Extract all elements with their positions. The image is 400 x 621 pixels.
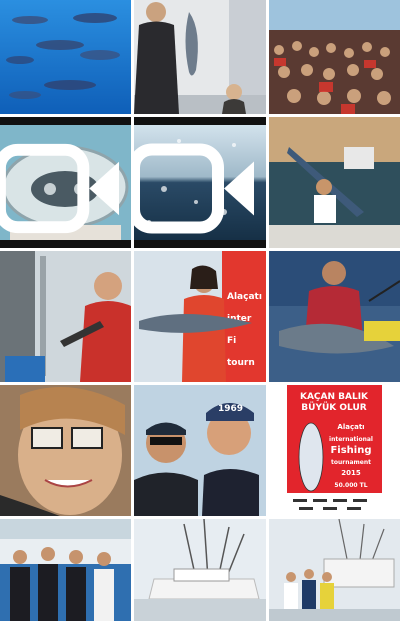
smiling-woman-sunglasses-image bbox=[0, 385, 131, 516]
man-in-red-hoodie-tuna-image bbox=[269, 251, 400, 382]
photo-tile-woman-with-tuna[interactable]: Alaçatı inter Fi tourn bbox=[134, 251, 266, 382]
photo-tile-tunas-underwater[interactable] bbox=[0, 0, 131, 114]
man-with-marlin-image bbox=[269, 117, 400, 248]
cap-text: 1969 bbox=[218, 404, 243, 414]
women-group-photo-image bbox=[0, 519, 131, 621]
photo-tile-white-yacht[interactable] bbox=[134, 519, 266, 621]
poster-title-3: tournament bbox=[331, 459, 371, 466]
photo-tile-two-men-selfie[interactable]: 1969 bbox=[134, 385, 266, 516]
two-men-selfie-image: 1969 bbox=[134, 385, 266, 516]
man-on-boat-rod-image bbox=[0, 251, 131, 382]
photo-tile-man-in-red-hoodie-tuna[interactable] bbox=[269, 251, 400, 382]
photo-tile-boat-cockpit-dome[interactable] bbox=[0, 117, 131, 248]
white-yacht-image bbox=[134, 519, 266, 621]
poster-headline-1: KAÇAN BALIK bbox=[300, 392, 369, 402]
people-on-boat-deck-image bbox=[269, 519, 400, 621]
photo-tile-man-on-boat-rod[interactable] bbox=[0, 251, 131, 382]
video-camera-icon bbox=[0, 143, 120, 234]
woman-with-tuna-image: Alaçatı inter Fi tourn bbox=[134, 251, 266, 382]
poster-year: 2015 bbox=[341, 469, 361, 477]
photo-tile-man-holding-tuna[interactable] bbox=[134, 0, 266, 114]
poster-prize: 50.000 TL bbox=[334, 482, 367, 489]
photo-tile-women-group-photo[interactable] bbox=[0, 519, 131, 621]
tournament-poster-image: KAÇAN BALIK BÜYÜK OLUR Alaçatı internati… bbox=[269, 385, 400, 516]
tunas-underwater-image bbox=[0, 0, 131, 114]
photo-tile-man-with-marlin[interactable] bbox=[269, 117, 400, 248]
banner-text-1: Alaçatı bbox=[227, 292, 262, 302]
crowd-at-event-image bbox=[269, 0, 400, 114]
photo-tile-tournament-poster[interactable]: KAÇAN BALIK BÜYÜK OLUR Alaçatı internati… bbox=[269, 385, 400, 516]
video-camera-icon bbox=[134, 143, 254, 234]
poster-title-2: Fishing bbox=[330, 445, 371, 456]
poster-brand: Alaçatı bbox=[337, 423, 364, 431]
man-holding-tuna-image bbox=[134, 0, 266, 114]
photo-tile-water-drops-sea[interactable] bbox=[134, 117, 266, 248]
photo-tile-smiling-woman-sunglasses[interactable] bbox=[0, 385, 131, 516]
poster-title-1: international bbox=[329, 436, 373, 443]
photo-grid: Alaçatı inter Fi tourn 1969 KAÇAN BALIK … bbox=[0, 0, 400, 621]
poster-headline-2: BÜYÜK OLUR bbox=[301, 402, 366, 413]
photo-tile-crowd-at-event[interactable] bbox=[269, 0, 400, 114]
banner-text-4: tourn bbox=[227, 358, 255, 368]
banner-text-3: Fi bbox=[227, 336, 236, 346]
photo-tile-people-on-boat-deck[interactable] bbox=[269, 519, 400, 621]
